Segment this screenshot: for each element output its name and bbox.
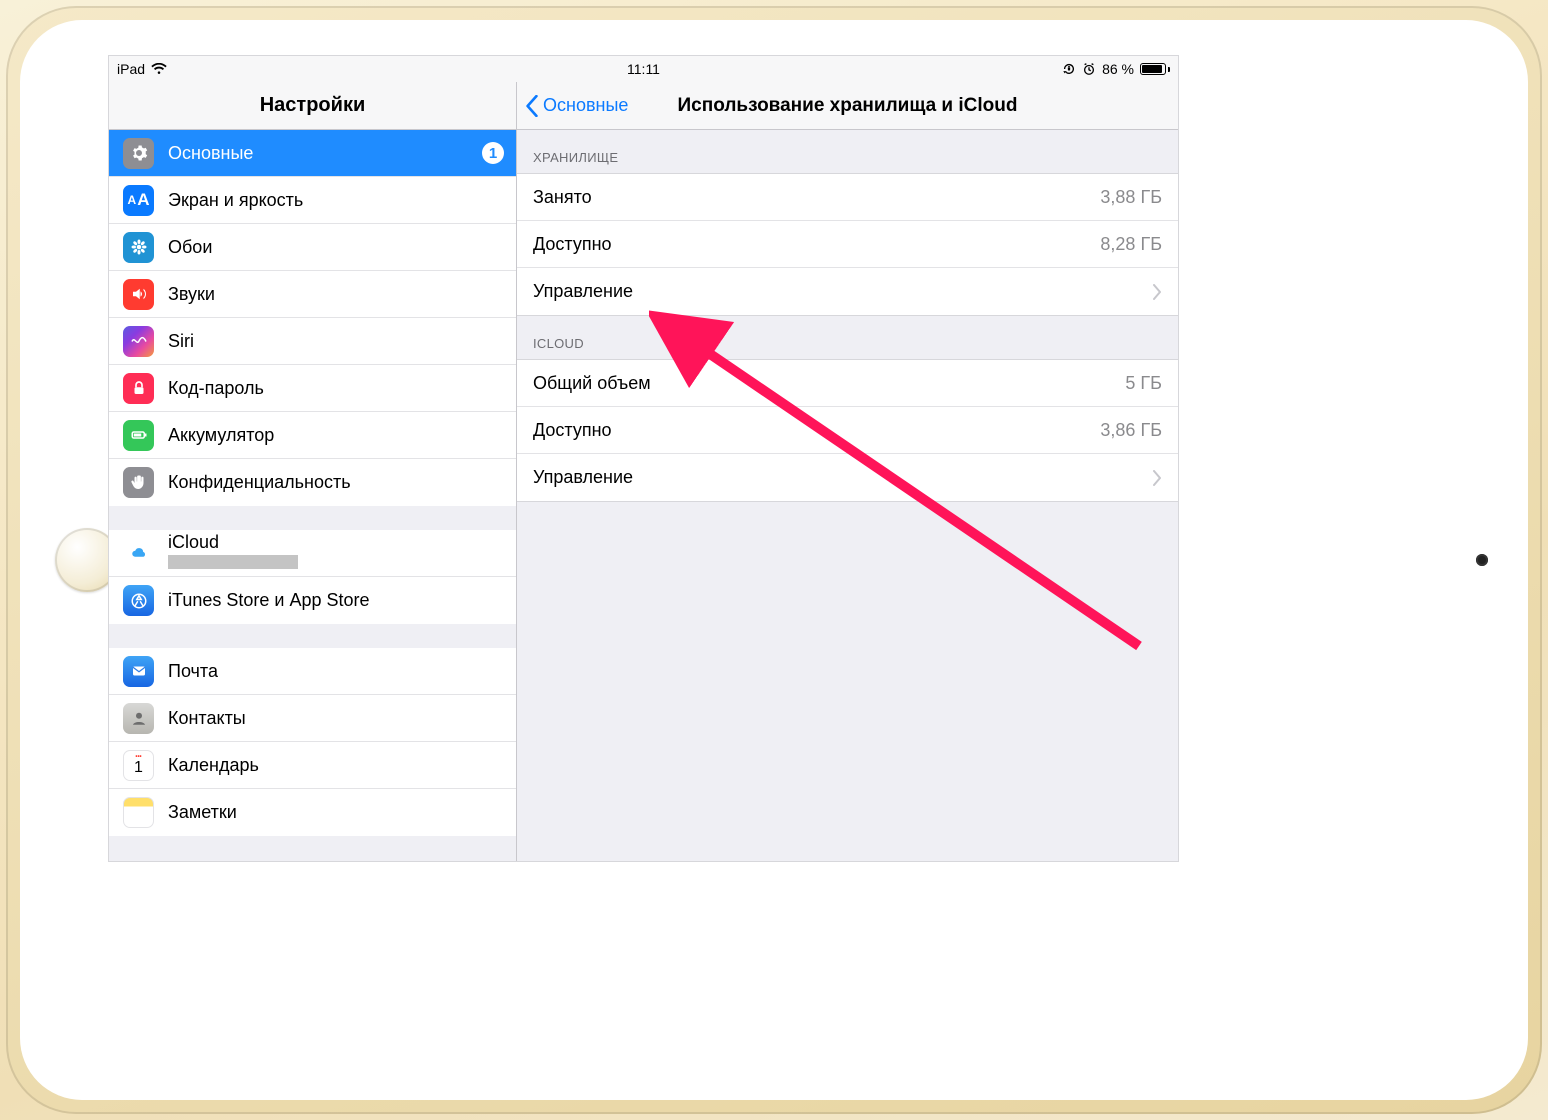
alarm-icon xyxy=(1082,62,1096,76)
detail-pane: Основные Использование хранилища и iClou… xyxy=(517,82,1178,861)
section-header: ICLOUD xyxy=(517,316,1178,359)
sidebar-item-код-пароль[interactable]: Код-пароль xyxy=(109,365,516,412)
status-time: 11:11 xyxy=(627,61,660,77)
row-label: Общий объем xyxy=(533,373,651,394)
sidebar-item-почта[interactable]: Почта xyxy=(109,648,516,695)
front-camera xyxy=(1476,554,1488,566)
notification-badge: 1 xyxy=(482,142,504,164)
sidebar-item-label: iCloud xyxy=(168,532,298,574)
sidebar-item-заметки[interactable]: Заметки xyxy=(109,789,516,836)
sidebar-item-label: Экран и яркость xyxy=(168,190,303,211)
sidebar-item-label: Аккумулятор xyxy=(168,425,274,446)
sidebar-item-экран-и-яркость[interactable]: AAЭкран и яркость xyxy=(109,177,516,224)
sidebar-item-siri[interactable]: Siri xyxy=(109,318,516,365)
sidebar-item-календарь[interactable]: •••1Календарь xyxy=(109,742,516,789)
row-label: Доступно xyxy=(533,420,612,441)
sidebar-item-основные[interactable]: Основные 1 xyxy=(109,130,516,177)
row-value: 3,88 ГБ xyxy=(1100,187,1162,208)
sidebar-item-обои[interactable]: Обои xyxy=(109,224,516,271)
sidebar-item-label: Код-пароль xyxy=(168,378,264,399)
row-label: Доступно xyxy=(533,234,612,255)
sidebar-item-icloud[interactable]: iCloud xyxy=(109,530,516,577)
detail-row-управление[interactable]: Управление xyxy=(517,268,1178,315)
wifi-icon xyxy=(151,63,167,76)
sidebar-item-звуки[interactable]: Звуки xyxy=(109,271,516,318)
battery-percent: 86 % xyxy=(1102,61,1134,77)
sidebar-item-label: iTunes Store и App Store xyxy=(168,590,370,611)
sidebar-item-аккумулятор[interactable]: Аккумулятор xyxy=(109,412,516,459)
detail-row-управление[interactable]: Управление xyxy=(517,454,1178,501)
row-value: 5 ГБ xyxy=(1125,373,1162,394)
sidebar-title: Настройки xyxy=(109,82,516,130)
row-label: Управление xyxy=(533,467,633,488)
row-value: 8,28 ГБ xyxy=(1100,234,1162,255)
chevron-right-icon xyxy=(1152,284,1162,300)
section-header: ХРАНИЛИЩЕ xyxy=(517,130,1178,173)
sidebar-item-label: Заметки xyxy=(168,802,237,823)
sidebar-item-label: Обои xyxy=(168,237,212,258)
sidebar-item-label: Контакты xyxy=(168,708,246,729)
row-label: Управление xyxy=(533,281,633,302)
rotation-lock-icon xyxy=(1062,62,1076,76)
back-button[interactable]: Основные xyxy=(525,95,628,117)
back-label: Основные xyxy=(543,95,628,116)
row-value: 3,86 ГБ xyxy=(1100,420,1162,441)
battery-icon xyxy=(1140,63,1170,75)
sidebar-item-itunes-store-и-app-store[interactable]: iTunes Store и App Store xyxy=(109,577,516,624)
sidebar-item-конфиденциальность[interactable]: Конфиденциальность xyxy=(109,459,516,506)
sidebar: Настройки Основные 1 AAЭкран и яркость Обои… xyxy=(109,82,517,861)
sidebar-item-label: Конфиденциальность xyxy=(168,472,351,493)
screen: iPad 11:11 86 % Настройки Основные 1 AAЭкр… xyxy=(108,55,1179,862)
sidebar-item-label: Основные xyxy=(168,143,253,164)
status-bar: iPad 11:11 86 % xyxy=(109,56,1178,82)
detail-nav: Основные Использование хранилища и iClou… xyxy=(517,82,1178,130)
account-email-redacted xyxy=(168,555,298,569)
sidebar-item-контакты[interactable]: Контакты xyxy=(109,695,516,742)
sidebar-item-label: Почта xyxy=(168,661,218,682)
detail-row-общий-объем: Общий объем 5 ГБ xyxy=(517,360,1178,407)
detail-row-занято: Занято 3,88 ГБ xyxy=(517,174,1178,221)
sidebar-item-label: Звуки xyxy=(168,284,215,305)
detail-row-доступно: Доступно 3,86 ГБ xyxy=(517,407,1178,454)
chevron-right-icon xyxy=(1152,470,1162,486)
sidebar-item-label: Календарь xyxy=(168,755,259,776)
detail-row-доступно: Доступно 8,28 ГБ xyxy=(517,221,1178,268)
sidebar-item-label: Siri xyxy=(168,331,194,352)
device-label: iPad xyxy=(117,61,145,77)
row-label: Занято xyxy=(533,187,592,208)
